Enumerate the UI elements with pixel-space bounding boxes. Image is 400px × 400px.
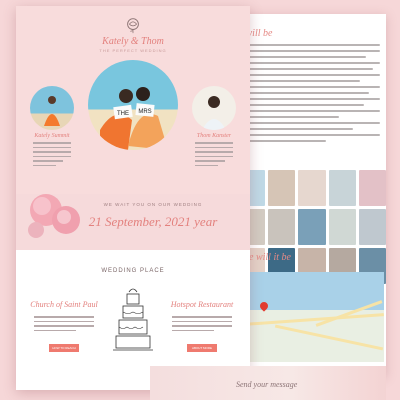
groom-description bbox=[195, 142, 233, 169]
sign-right-text: MRS bbox=[138, 109, 151, 115]
send-message-link[interactable]: Send your message bbox=[236, 380, 297, 389]
gallery-photo[interactable] bbox=[358, 170, 386, 206]
map-road bbox=[244, 313, 384, 326]
bride-name: Kately Summit bbox=[34, 133, 70, 139]
peony-flowers-icon bbox=[28, 194, 80, 238]
gallery-photo[interactable] bbox=[298, 170, 326, 206]
sign-left-text: THE bbox=[117, 111, 129, 117]
restaurant-description bbox=[172, 316, 232, 334]
back-paragraph bbox=[244, 44, 380, 146]
gallery-photo[interactable] bbox=[268, 170, 296, 206]
map-road bbox=[274, 324, 384, 351]
bride-description bbox=[33, 142, 71, 169]
gallery-photo[interactable] bbox=[328, 170, 356, 206]
church-directions-button[interactable]: HOW TO REACH bbox=[49, 344, 79, 352]
restaurant-name: Hotspot Restaurant bbox=[170, 300, 234, 309]
gallery-photo[interactable] bbox=[358, 209, 386, 245]
back-page: ...will be ...re will it be bbox=[238, 14, 386, 376]
front-page: Kately & Thom THE PERFECT WEDDING THE MR… bbox=[16, 6, 250, 390]
couple-title: Kately & Thom bbox=[102, 36, 164, 47]
couple-photo: THE MRS bbox=[88, 60, 178, 150]
gallery-photo[interactable] bbox=[328, 209, 356, 245]
church-name: Church of Saint Paul bbox=[30, 300, 98, 309]
wedding-date: 21 September, 2021 year bbox=[88, 214, 218, 229]
gallery-photo[interactable] bbox=[298, 209, 326, 245]
wedding-cake-icon bbox=[113, 288, 153, 351]
restaurant-more-button[interactable]: ABOUT MORE bbox=[187, 344, 217, 352]
rose-logo-icon bbox=[127, 18, 139, 34]
tagline: THE PERFECT WEDDING bbox=[99, 48, 167, 53]
wedding-place-title: WEDDING PLACE bbox=[101, 268, 165, 274]
bride-photo bbox=[30, 86, 74, 130]
groom-name: Thom Kanster bbox=[196, 133, 232, 139]
date-label: WE WAIT YOU ON OUR WEDDING bbox=[103, 202, 203, 207]
church-description bbox=[34, 316, 94, 334]
photo-gallery bbox=[238, 170, 386, 284]
groom-photo bbox=[192, 86, 236, 130]
gallery-photo[interactable] bbox=[268, 209, 296, 245]
location-map[interactable] bbox=[244, 272, 384, 362]
